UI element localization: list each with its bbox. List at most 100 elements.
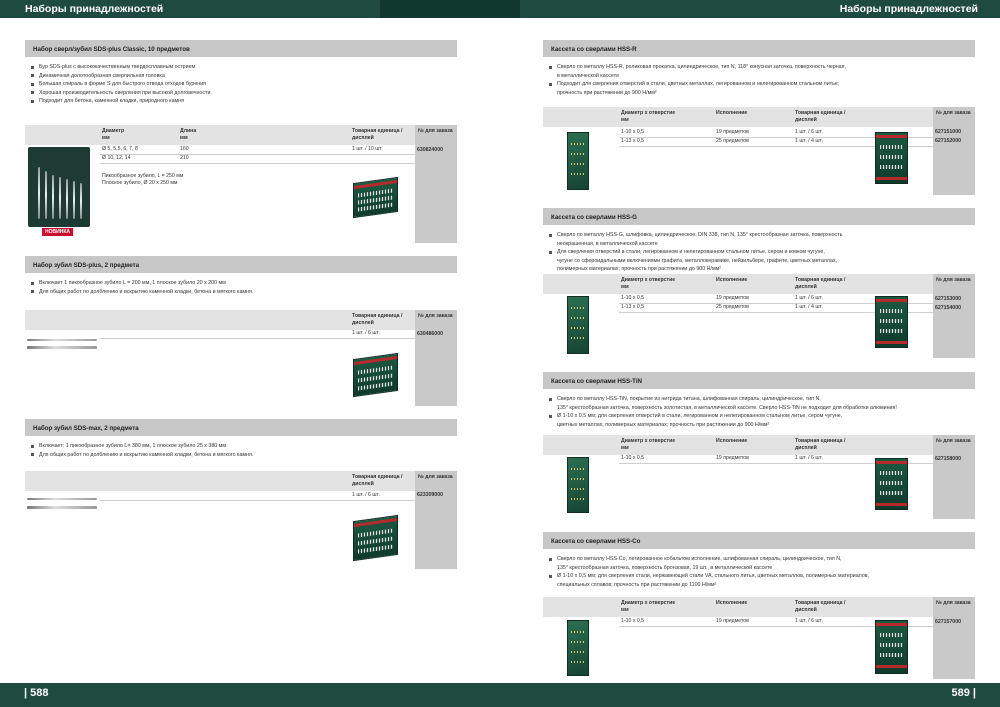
display-box-image [353,176,398,219]
table-cell: 19 предметов [716,618,749,624]
col-unit: Товарная единица / дисплей [795,438,846,451]
section-title: Кассета со сверлами HSS-R [543,40,975,57]
feature-item: Бур SDS-plus с высококачественным твердо… [25,63,457,72]
table-cell: 1 шт. / 6 шт. [795,129,823,135]
product-block-hss-g: Кассета со сверлами HSS-G Сверло по мета… [543,208,975,274]
feature-item: Сверло по металлу HSS-Co, легированное к… [543,555,975,572]
top-bar: Наборы принадлежностей Наборы принадлежн… [0,0,1000,18]
pointed-chisel-image [27,339,97,341]
top-bar-gap [380,0,520,18]
feature-item: Включает 1 пикообразное зубило L = 200 м… [25,279,457,288]
display-box-image [353,514,398,562]
feature-item: Динамичная долотообразная сверлильная го… [25,72,457,81]
product-block-hss-tin: Кассета со сверлами HSS-TiN Сверло по ме… [543,372,975,429]
drill-set-pouch-image [28,147,90,227]
table-cell: 1 шт. / 6 шт. [352,492,380,498]
col-diameter: Диаметр x отверстие мм [621,277,676,290]
table-cell: 1-10 x 0,5 [621,455,645,461]
col-execution: Исполнение [716,110,748,116]
feature-item: Ø 1-10 x 0,5 мм; для сверления отверстий… [543,412,975,429]
section-title: Набор зубил SDS-plus, 2 предмета [25,256,457,273]
flat-chisel-image [27,346,97,349]
flat-chisel-image [27,506,97,509]
order-number: 627154000 [935,305,961,311]
table-header: Диаметр x отверстие мм Исполнение Товарн… [543,597,933,617]
drill-case-image [567,620,589,676]
table-cell: 19 предметов [716,129,749,135]
section-title: Кассета со сверлами HSS-G [543,208,975,225]
section-title: Кассета со сверлами HSS-Co [543,532,975,549]
section-title: Кассета со сверлами HSS-TiN [543,372,975,389]
table-header: Диаметр x отверстие мм Исполнение Товарн… [543,107,933,127]
col-execution: Исполнение [716,438,748,444]
order-column: № для заказа 630824000 [415,125,457,243]
col-order: № для заказа [936,277,971,283]
order-number: 627157000 [935,619,961,625]
new-badge: НОВИНКА [42,228,73,236]
product-block-hss-r: Кассета со сверлами HSS-R Сверло по мета… [543,40,975,97]
feature-item: Сверло по металлу HSS-TiN, покрытие из н… [543,395,975,412]
table-cell: 1 шт. / 6 шт. [795,295,823,301]
drill-case-image [567,132,589,190]
table-header: Диаметр x отверстие мм Исполнение Товарн… [543,274,933,294]
drill-case-image [567,296,589,354]
product-block-sds-max-2: Набор зубил SDS-max, 2 предмета Включает… [25,419,457,459]
order-column: № для заказа 627153000 627154000 [933,274,975,358]
col-unit: Товарная единица / дисплей [795,110,846,123]
col-diameter: Диаметр мм [102,128,125,141]
feature-list: Сверло по металлу HSS-R, роликовая прока… [543,57,975,97]
feature-list: Сверло по металлу HSS-TiN, покрытие из н… [543,389,975,429]
row-divider [100,154,415,155]
col-length: Длина мм [180,128,197,141]
col-unit: Товарная единица / дисплей [352,128,403,141]
right-page-title: Наборы принадлежностей [839,3,978,15]
feature-list: Сверло по металлу HSS-G, шлифовка, цилин… [543,225,975,274]
display-box-image [875,296,908,348]
order-column: № для заказа 627151000 627152000 [933,107,975,195]
col-order: № для заказа [418,474,453,480]
feature-item: Ø 1-10 x 0,5 мм; для сверления стали, не… [543,572,975,589]
col-diameter: Диаметр x отверстие мм [621,438,676,451]
left-page-title: Наборы принадлежностей [25,3,164,15]
table-cell: 25 предметов [716,138,749,144]
left-page-number: | 588 [24,687,49,699]
feature-list: Сверло по металлу HSS-Co, легированное к… [543,549,975,589]
feature-item: Для общих работ по долблению и вскрытию … [25,288,457,297]
col-order: № для заказа [418,313,453,319]
table-cell: 1 шт. / 6 шт. [795,618,823,624]
table-cell: Ø 10, 12, 14 [102,155,131,161]
table-header: Товарная единица / дисплей [25,471,415,491]
row-divider [100,163,415,164]
feature-item: Включает: 1 пикообразное зубило L= 380 м… [25,442,457,451]
row-divider [100,500,415,501]
display-box-image [875,620,908,674]
col-order: № для заказа [418,128,453,134]
table-cell: 1-10 x 0,5 [621,129,645,135]
order-number: 630824000 [417,147,443,153]
order-column: № для заказа 627158000 [933,435,975,519]
table-cell: 1-10 x 0,5 [621,295,645,301]
table-cell: 19 предметов [716,295,749,301]
col-unit: Товарная единица / дисплей [795,277,846,290]
drill-case-image [567,457,589,513]
order-number: 627153000 [935,296,961,302]
order-column: № для заказа 630486000 [415,310,457,406]
product-block-sds-plus-2: Набор зубил SDS-plus, 2 предмета Включае… [25,256,457,296]
note: Плоское зубило, Ø 20 x 250 мм [102,180,178,186]
col-order: № для заказа [936,600,971,606]
table-cell: Ø 5, 5,5, 6, 7, 8 [102,146,138,152]
row-divider [100,338,415,339]
col-unit: Товарная единица / дисплей [795,600,846,613]
product-block-hss-co: Кассета со сверлами HSS-Co Сверло по мет… [543,532,975,589]
order-number: 627158000 [935,456,961,462]
feature-list: Включает: 1 пикообразное зубило L= 380 м… [25,436,457,459]
display-box-image [875,458,908,510]
col-order: № для заказа [936,438,971,444]
table-cell: 1 шт. / 6 шт. [352,330,380,336]
feature-item: Сверло по металлу HSS-G, шлифовка, цилин… [543,231,975,248]
table-cell: 1-13 x 0,5 [621,304,645,310]
table-cell: 210 [180,155,189,161]
col-unit: Товарная единица / дисплей [352,313,403,326]
feature-item: Большая спираль в форме S для быстрого о… [25,80,457,89]
table-cell: 1 шт. / 4 шт. [795,304,823,310]
